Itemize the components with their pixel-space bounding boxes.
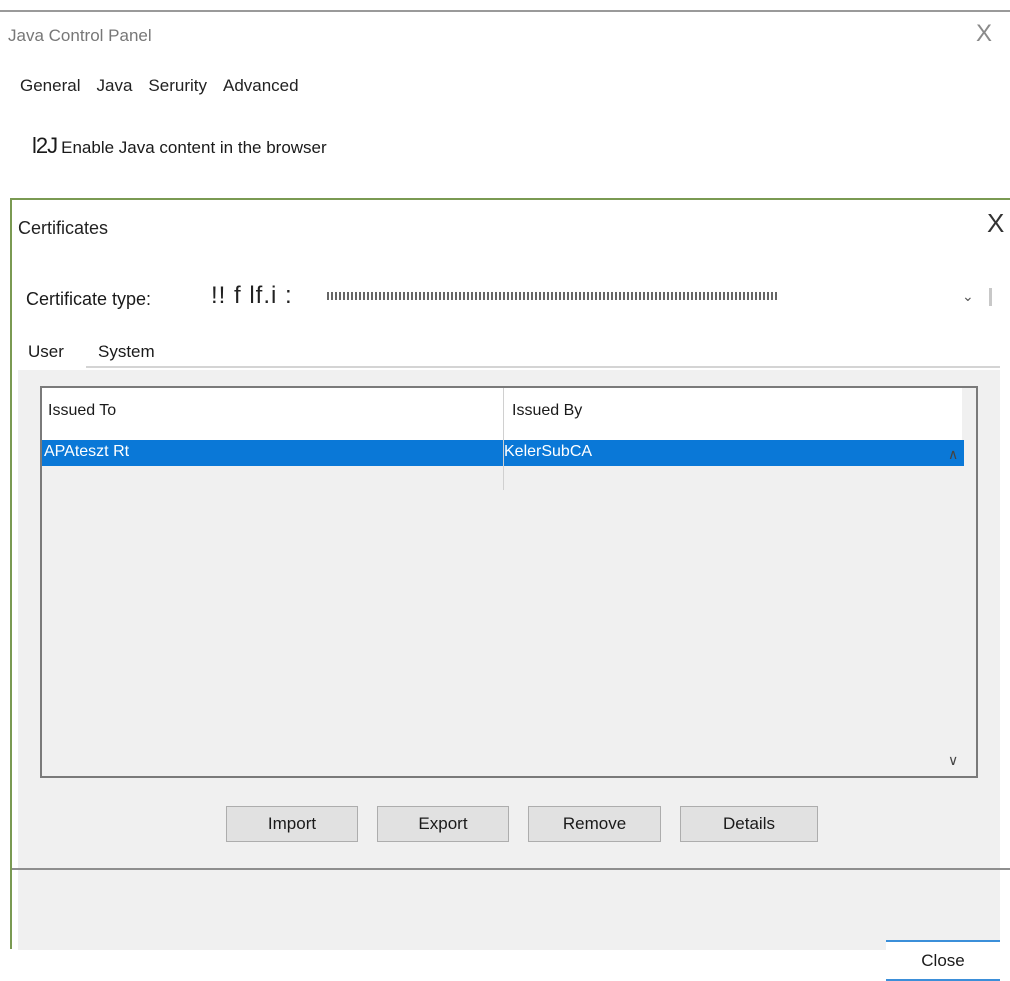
certificate-type-value: !! f lf.i :: [211, 282, 293, 309]
table-header: Issued To Issued By: [42, 388, 962, 440]
certificates-table: Issued To Issued By APAteszt Rt KelerSub…: [40, 386, 978, 778]
certificate-type-value-dots: [327, 292, 777, 300]
select-handle: [989, 288, 992, 306]
enable-java-checkbox[interactable]: l2J: [32, 133, 58, 159]
column-header-issued-to[interactable]: Issued To: [48, 402, 116, 420]
table-row[interactable]: APAteszt Rt KelerSubCA: [42, 440, 966, 466]
import-button[interactable]: Import: [226, 806, 358, 842]
enable-java-label: Enable Java content in the browser: [61, 138, 327, 157]
main-tabs: General Java Serurity Advanced: [20, 76, 299, 96]
remove-button[interactable]: Remove: [528, 806, 661, 842]
column-separator: [503, 388, 504, 490]
tab-advanced[interactable]: Advanced: [223, 76, 299, 96]
cell-issued-to: APAteszt Rt: [44, 443, 130, 460]
window-close-icon[interactable]: X: [976, 22, 992, 46]
tab-java[interactable]: Java: [96, 76, 132, 96]
scroll-up-icon[interactable]: ∧: [948, 446, 958, 463]
column-header-issued-by[interactable]: Issued By: [512, 402, 582, 420]
export-button[interactable]: Export: [377, 806, 509, 842]
certificate-type-select[interactable]: !! f lf.i : ⌄: [207, 280, 997, 312]
cell-issued-by: KelerSubCA: [504, 443, 593, 460]
footer-separator: [12, 868, 1010, 870]
tab-security[interactable]: Serurity: [148, 76, 207, 96]
scroll-down-icon[interactable]: ∨: [948, 752, 958, 769]
dialog-title: Certificates: [18, 218, 109, 238]
vertical-scrollbar[interactable]: [964, 388, 976, 776]
dialog-close-icon[interactable]: X: [987, 210, 1004, 236]
close-button[interactable]: Close: [886, 940, 1000, 981]
tab-user[interactable]: User: [28, 342, 64, 362]
tab-underline: [86, 366, 1000, 368]
tab-system[interactable]: System: [98, 342, 155, 362]
enable-java-row: l2J Enable Java content in the browser: [32, 133, 327, 159]
certificates-dialog: Certificates X Certificate type: !! f lf…: [10, 198, 1010, 981]
details-button[interactable]: Details: [680, 806, 818, 842]
window-title: Java Control Panel: [8, 26, 152, 45]
certificate-type-label: Certificate type:: [26, 289, 152, 309]
chevron-down-icon[interactable]: ⌄: [962, 288, 974, 305]
tab-general[interactable]: General: [20, 76, 80, 96]
top-rule: [0, 10, 1010, 12]
